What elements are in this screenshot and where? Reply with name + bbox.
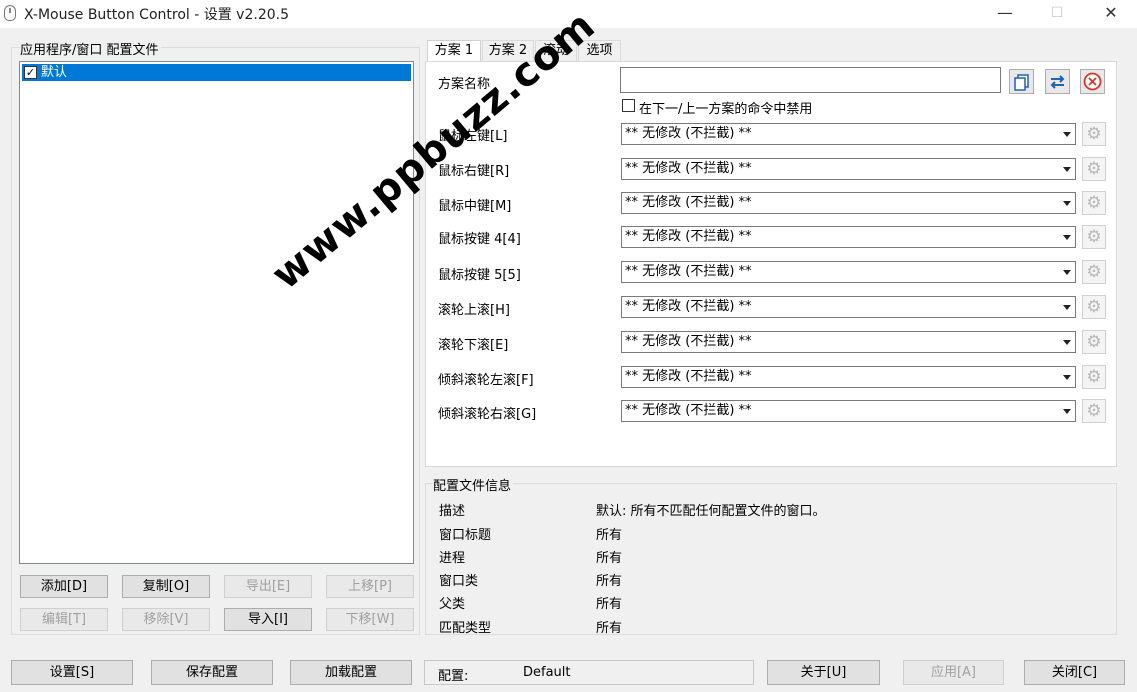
- list-item-checkbox[interactable]: ✓: [24, 66, 37, 79]
- copy-icon: [1014, 74, 1029, 91]
- add-profile-button[interactable]: 添加[D]: [20, 575, 108, 598]
- tilt-left-select[interactable]: ** 无修改 (不拦截) **: [621, 366, 1076, 388]
- gear-icon[interactable]: ⚙: [1082, 157, 1106, 181]
- info-key-description: 描述: [439, 504, 466, 519]
- info-value-window-title: 所有: [596, 528, 623, 543]
- window-title: X-Mouse Button Control - 设置 v2.20.5: [24, 7, 289, 23]
- list-item-label: 默认: [41, 65, 68, 80]
- move-up-button[interactable]: 上移[P]: [326, 575, 414, 598]
- profiles-group-label: 应用程序/窗口 配置文件: [20, 39, 161, 58]
- gear-icon[interactable]: ⚙: [1082, 365, 1106, 389]
- info-key-parent-class: 父类: [439, 597, 466, 612]
- clear-icon: [1083, 72, 1102, 91]
- chevron-down-icon: [1063, 270, 1071, 275]
- row-label-middle-button: 鼠标中键[M]: [438, 199, 512, 214]
- gear-icon[interactable]: ⚙: [1082, 399, 1106, 423]
- gear-icon[interactable]: ⚙: [1082, 225, 1106, 249]
- apply-button[interactable]: 应用[A]: [903, 660, 1004, 685]
- select-value: ** 无修改 (不拦截) **: [625, 299, 752, 314]
- wheel-up-select[interactable]: ** 无修改 (不拦截) **: [621, 296, 1076, 318]
- row-label-tilt-right: 倾斜滚轮右滚[G]: [438, 407, 537, 422]
- select-value: ** 无修改 (不拦截) **: [625, 369, 752, 384]
- gear-icon[interactable]: ⚙: [1082, 191, 1106, 215]
- settings-button[interactable]: 设置[S]: [11, 660, 133, 685]
- wheel-down-select[interactable]: ** 无修改 (不拦截) **: [621, 331, 1076, 353]
- info-key-window-class: 窗口类: [439, 574, 479, 589]
- info-key-process: 进程: [439, 551, 466, 566]
- select-value: ** 无修改 (不拦截) **: [625, 403, 752, 418]
- maximize-icon[interactable]: ☐: [1034, 0, 1080, 28]
- chevron-down-icon: [1063, 340, 1071, 345]
- select-value: ** 无修改 (不拦截) **: [625, 264, 752, 279]
- clear-scheme-button[interactable]: [1080, 69, 1105, 94]
- row-label-button-4: 鼠标按键 4[4]: [438, 232, 521, 247]
- swap-icon: [1050, 75, 1065, 89]
- import-profile-button[interactable]: 导入[I]: [224, 608, 312, 631]
- config-value: Default: [523, 665, 571, 680]
- profile-info-label: 配置文件信息: [433, 475, 514, 494]
- move-down-button[interactable]: 下移[W]: [326, 608, 414, 631]
- chevron-down-icon: [1063, 409, 1071, 414]
- gear-icon[interactable]: ⚙: [1082, 122, 1106, 146]
- info-value-description: 默认: 所有不匹配任何配置文件的窗口。: [596, 504, 826, 519]
- close-button[interactable]: 关闭[C]: [1024, 660, 1125, 685]
- gear-icon[interactable]: ⚙: [1082, 260, 1106, 284]
- mouse-app-icon: [4, 5, 16, 21]
- tilt-right-select[interactable]: ** 无修改 (不拦截) **: [621, 400, 1076, 422]
- select-value: ** 无修改 (不拦截) **: [625, 126, 752, 141]
- info-value-match-type: 所有: [596, 621, 623, 636]
- gear-icon[interactable]: ⚙: [1082, 330, 1106, 354]
- disable-in-switch-checkbox[interactable]: [622, 99, 635, 112]
- chevron-down-icon: [1063, 235, 1071, 240]
- info-value-process: 所有: [596, 551, 623, 566]
- copy-profile-button[interactable]: 复制[O]: [122, 575, 210, 598]
- disable-in-switch-label: 在下一/上一方案的命令中禁用: [639, 102, 813, 117]
- select-value: ** 无修改 (不拦截) **: [625, 195, 752, 210]
- copy-scheme-button[interactable]: [1009, 69, 1034, 94]
- save-config-button[interactable]: 保存配置: [151, 660, 273, 685]
- load-config-button[interactable]: 加载配置: [290, 660, 412, 685]
- config-status: 配置: Default: [424, 660, 754, 685]
- about-button[interactable]: 关于[U]: [767, 660, 880, 685]
- info-value-window-class: 所有: [596, 574, 623, 589]
- swap-scheme-button[interactable]: [1045, 69, 1070, 94]
- right-button-select[interactable]: ** 无修改 (不拦截) **: [621, 158, 1076, 180]
- left-button-select[interactable]: ** 无修改 (不拦截) **: [621, 123, 1076, 145]
- button-5-select[interactable]: ** 无修改 (不拦截) **: [621, 261, 1076, 283]
- minimize-icon[interactable]: —: [982, 0, 1028, 28]
- gear-icon[interactable]: ⚙: [1082, 295, 1106, 319]
- row-label-button-5: 鼠标按键 5[5]: [438, 268, 521, 283]
- scheme-name-input[interactable]: [620, 67, 1001, 93]
- chevron-down-icon: [1063, 167, 1071, 172]
- info-key-window-title: 窗口标题: [439, 528, 492, 543]
- config-label: 配置:: [438, 669, 469, 684]
- row-label-wheel-down: 滚轮下滚[E]: [438, 338, 509, 353]
- middle-button-select[interactable]: ** 无修改 (不拦截) **: [621, 192, 1076, 214]
- export-profile-button[interactable]: 导出[E]: [224, 575, 312, 598]
- list-item-default[interactable]: ✓ 默认: [22, 64, 411, 81]
- select-value: ** 无修改 (不拦截) **: [625, 161, 752, 176]
- select-value: ** 无修改 (不拦截) **: [625, 229, 752, 244]
- chevron-down-icon: [1063, 305, 1071, 310]
- edit-profile-button[interactable]: 编辑[T]: [20, 608, 108, 631]
- button-4-select[interactable]: ** 无修改 (不拦截) **: [621, 226, 1076, 248]
- row-label-wheel-up: 滚轮上滚[H]: [438, 303, 510, 318]
- chevron-down-icon: [1063, 375, 1071, 380]
- chevron-down-icon: [1063, 201, 1071, 206]
- info-value-parent-class: 所有: [596, 597, 623, 612]
- info-key-match-type: 匹配类型: [439, 621, 492, 636]
- row-label-tilt-left: 倾斜滚轮左滚[F]: [438, 373, 534, 388]
- profiles-list[interactable]: ✓ 默认: [19, 61, 414, 564]
- select-value: ** 无修改 (不拦截) **: [625, 334, 752, 349]
- remove-profile-button[interactable]: 移除[V]: [122, 608, 210, 631]
- close-icon[interactable]: ✕: [1088, 0, 1134, 28]
- chevron-down-icon: [1063, 132, 1071, 137]
